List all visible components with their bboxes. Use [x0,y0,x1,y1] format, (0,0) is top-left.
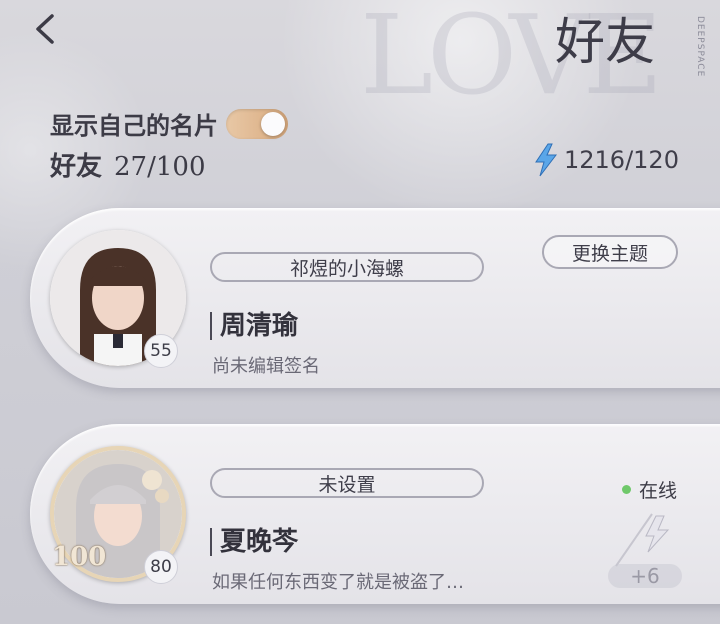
online-status: 在线 [622,476,677,503]
online-status-label: 在线 [639,480,678,502]
friend-count-value: 27/100 [114,152,206,182]
friend-signature: 尚未编辑签名 [212,356,320,377]
friend-name: 夏晚芩 [210,528,298,556]
friend-tag: 未设置 [210,468,484,498]
friend-name: 周清瑜 [210,312,298,340]
online-dot-icon [622,485,631,494]
show-card-row: 显示自己的名片 [50,106,288,141]
friend-card[interactable]: 55 祁煜的小海螺 周清瑜 尚未编辑签名 更换主题 [30,208,720,388]
friend-tag: 祁煜的小海螺 [210,252,484,282]
lightning-icon [535,143,558,177]
frame-label: 100 [52,542,107,572]
toggle-knob [261,111,285,136]
gift-count: +6 [608,564,682,588]
page-title: 好友 [555,13,655,71]
friend-card[interactable]: 100 80 未设置 夏晚芩 如果任何东西变了就是被盗了… 在线 +6 [30,424,720,604]
friend-count-label: 好友 [50,152,103,182]
friend-count: 好友 27/100 [50,146,206,183]
brand-logo: DEEPSPACE [695,16,705,78]
friend-signature: 如果任何东西变了就是被盗了… [212,572,464,593]
level-badge: 55 [144,334,178,368]
lightning-gift-icon [615,513,670,567]
show-card-label: 显示自己的名片 [50,111,218,140]
energy-value: 1216/120 [564,146,679,174]
back-button[interactable] [30,12,60,46]
energy-counter: 1216/120 [530,142,679,178]
chevron-left-icon [36,14,54,44]
change-theme-button[interactable]: 更换主题 [542,235,678,269]
show-card-toggle[interactable] [226,108,288,139]
level-badge: 80 [144,550,178,584]
